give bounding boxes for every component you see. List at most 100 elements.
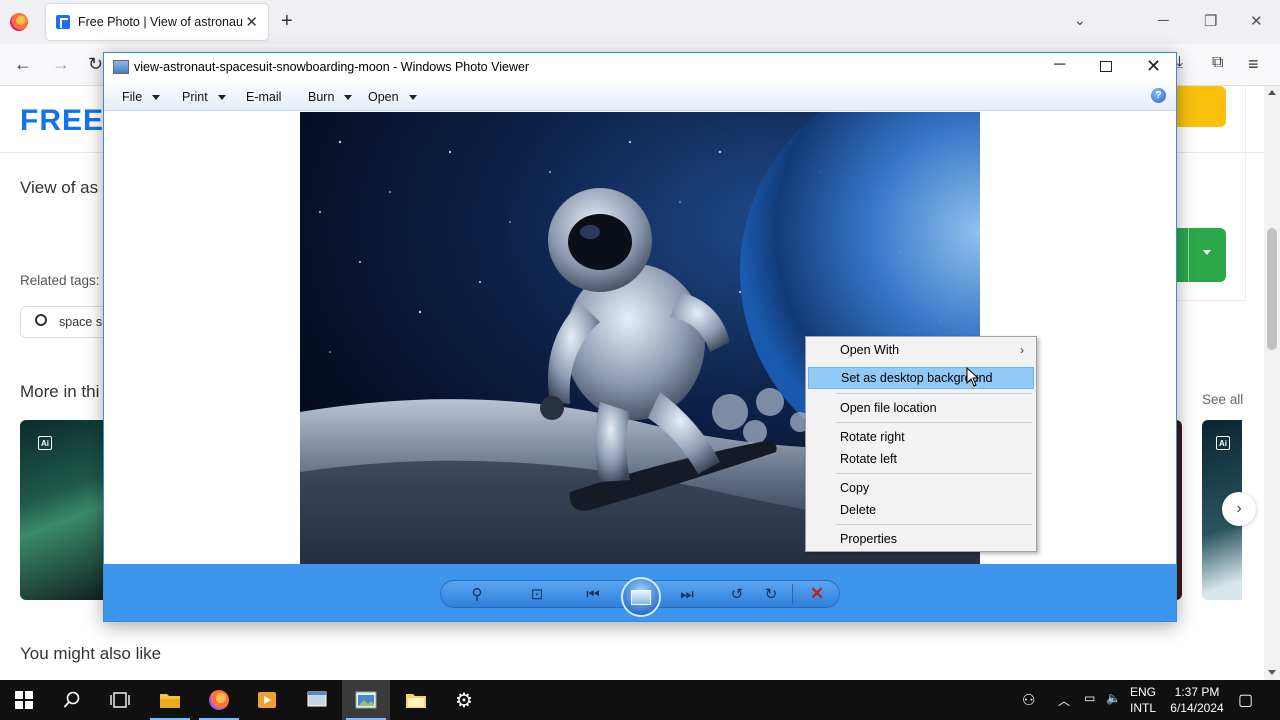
close-icon[interactable]: ✕ — [1146, 56, 1161, 77]
minimize-icon[interactable]: ─ — [1054, 56, 1065, 74]
related-thumbnail[interactable]: Ai — [20, 420, 110, 600]
browser-tab[interactable]: Free Photo | View of astronaut i ✕ — [46, 4, 268, 40]
menu-item-rotate-right[interactable]: Rotate right — [808, 426, 1034, 448]
menu-email-label: E-mail — [246, 90, 282, 104]
submenu-arrow-icon: › — [1020, 343, 1024, 357]
help-icon[interactable]: ? — [1151, 88, 1166, 103]
context-menu: Open With › Set as desktop background Op… — [805, 336, 1037, 552]
restore-icon[interactable]: ❐ — [1204, 12, 1217, 30]
search-button[interactable] — [48, 680, 96, 720]
menu-email[interactable]: E-mail — [246, 90, 281, 104]
menu-item-label: Open With — [840, 343, 900, 357]
scrollbar-thumb[interactable] — [1267, 228, 1277, 350]
window-title: view-astronaut-spacesuit-snowboarding-mo… — [134, 60, 530, 74]
page-scrollbar[interactable] — [1264, 86, 1280, 680]
photo-viewer-icon — [355, 691, 377, 709]
menu-burn-label: Burn — [308, 90, 335, 104]
menu-item-open-file-location[interactable]: Open file location — [808, 397, 1034, 419]
menu-open[interactable]: Open — [368, 90, 417, 104]
scroll-up-icon[interactable] — [1268, 90, 1276, 95]
folder-taskbar-button[interactable] — [392, 680, 440, 720]
download-icon[interactable]: ⤓ — [1176, 54, 1183, 72]
firefox-icon[interactable] — [10, 13, 28, 31]
windows-logo-icon — [15, 691, 33, 709]
settings-taskbar-button[interactable]: ⚙ — [440, 680, 488, 720]
firefox-taskbar-button[interactable] — [195, 680, 243, 720]
menu-item-copy[interactable]: Copy — [808, 477, 1034, 499]
menu-item-label: Rotate right — [840, 430, 905, 444]
folder-icon — [406, 694, 426, 708]
zoom-icon[interactable]: ⚲ — [466, 584, 488, 604]
menu-item-set-desktop-background[interactable]: Set as desktop background — [808, 367, 1034, 389]
rotate-left-icon[interactable]: ↺ — [726, 584, 748, 604]
carousel-next-button[interactable]: › — [1222, 492, 1256, 526]
menu-item-rotate-left[interactable]: Rotate left — [808, 448, 1034, 470]
notifications-icon[interactable]: ▢ — [1238, 690, 1253, 710]
app-taskbar-button[interactable] — [293, 680, 341, 720]
site-logo[interactable]: FREE — [20, 104, 104, 138]
dropdown-caret-icon[interactable] — [1203, 250, 1211, 255]
language-code: ENG — [1129, 685, 1156, 699]
menu-item-open-with[interactable]: Open With › — [808, 339, 1034, 361]
see-all-link[interactable]: See all — [1202, 392, 1243, 407]
language-indicator[interactable]: ENG INTL — [1126, 684, 1160, 716]
search-icon — [35, 314, 47, 326]
close-icon[interactable]: ✕ — [1250, 12, 1263, 30]
rotate-right-icon[interactable]: ↻ — [760, 584, 782, 604]
next-icon[interactable]: ⏭ — [676, 584, 698, 604]
slideshow-button[interactable] — [621, 577, 661, 617]
extensions-icon[interactable]: ⧉ — [1212, 54, 1223, 72]
tab-list-chevron-icon[interactable]: ⌄ — [1074, 12, 1086, 29]
volume-muted-icon[interactable]: 🔈 — [1106, 691, 1121, 705]
slideshow-icon — [631, 589, 651, 605]
menu-item-delete[interactable]: Delete — [808, 499, 1034, 521]
freepik-favicon-icon — [56, 15, 70, 29]
download-button[interactable] — [1176, 228, 1226, 282]
tab-close-icon[interactable]: ✕ — [245, 13, 258, 31]
window-app-icon — [307, 691, 327, 707]
tray-chevron-icon[interactable]: ︿ — [1058, 692, 1070, 709]
menu-burn[interactable]: Burn — [308, 90, 353, 104]
forward-arrow-icon[interactable]: → — [52, 54, 70, 75]
scroll-down-icon[interactable] — [1268, 670, 1276, 675]
task-view-button[interactable] — [96, 680, 144, 720]
photo-viewer-menubar: File Print E-mail Burn Open ? — [104, 83, 1176, 111]
premium-button[interactable] — [1176, 86, 1226, 127]
toolbar-divider — [792, 584, 793, 604]
folder-icon — [160, 694, 180, 708]
photo-viewer-titlebar[interactable]: view-astronaut-spacesuit-snowboarding-mo… — [104, 53, 1176, 83]
you-might-like-heading: You might also like — [20, 644, 162, 663]
windows-taskbar: ⚙ ⚇ ︿ ▭ 🔈 ENG INTL 1:37 PM 6/14/2024 ▢ — [0, 680, 1280, 720]
network-icon[interactable]: ▭ — [1084, 691, 1095, 705]
reload-icon[interactable]: ↻ — [88, 54, 103, 75]
menu-separator — [836, 473, 1032, 474]
search-icon — [63, 691, 80, 708]
clock-time: 1:37 PM — [1174, 685, 1220, 699]
people-icon[interactable]: ⚇ — [1022, 691, 1035, 709]
menu-item-properties[interactable]: Properties — [808, 528, 1034, 550]
photo-title: View of as — [20, 178, 99, 197]
task-view-icon — [110, 692, 130, 708]
actual-size-icon[interactable]: ⊡ — [526, 584, 548, 604]
menu-print[interactable]: Print — [182, 90, 226, 104]
minimize-icon[interactable]: ─ — [1158, 12, 1169, 29]
maximize-icon[interactable] — [1100, 61, 1112, 72]
media-player-icon — [258, 692, 276, 708]
firefox-icon — [209, 690, 229, 710]
clock[interactable]: 1:37 PM 6/14/2024 — [1166, 684, 1228, 716]
start-button[interactable] — [0, 680, 48, 720]
delete-icon[interactable]: ✕ — [806, 584, 828, 604]
back-arrow-icon[interactable]: ← — [14, 54, 32, 75]
menu-icon[interactable]: ≡ — [1248, 54, 1259, 75]
menu-file[interactable]: File — [122, 90, 161, 104]
file-explorer-taskbar-button[interactable] — [146, 680, 194, 720]
tag-label: space s — [59, 315, 103, 329]
previous-icon[interactable]: ⏮ — [582, 584, 604, 604]
gear-icon: ⚙ — [455, 689, 473, 712]
new-tab-button[interactable]: + — [281, 10, 293, 33]
media-player-taskbar-button[interactable] — [243, 680, 291, 720]
dropdown-caret-icon — [344, 94, 353, 100]
photo-viewer-taskbar-button[interactable] — [342, 680, 390, 720]
menu-separator — [836, 393, 1032, 394]
menu-item-label: Rotate left — [840, 452, 897, 466]
